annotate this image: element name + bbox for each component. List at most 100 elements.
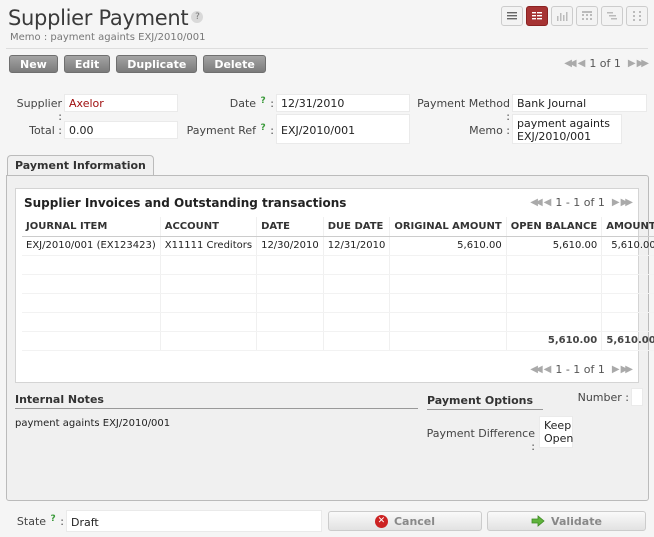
- column-header[interactable]: ACCOUNT: [159, 217, 257, 237]
- invoices-grid: Supplier Invoices and Outstanding transa…: [15, 188, 654, 383]
- form-view-button[interactable]: [526, 6, 548, 26]
- totals-row: 5,610.00 5,610.00: [22, 330, 654, 351]
- date-label: Date ? :: [196, 96, 274, 110]
- grid-last-icon[interactable]: ▶▶: [621, 197, 634, 208]
- calendar-view-button[interactable]: [576, 6, 598, 26]
- page-subtitle: Memo : payment againts EXJ/2010/001: [10, 32, 206, 43]
- grid-pager-count: 1 - 1 of 1: [555, 196, 605, 209]
- last-record-icon[interactable]: ▶▶: [637, 58, 650, 69]
- first-record-icon[interactable]: ◀◀: [564, 58, 577, 69]
- validate-arrow-icon: [531, 515, 545, 527]
- help-icon[interactable]: ?: [191, 11, 204, 23]
- next-record-icon[interactable]: ▶: [628, 58, 636, 69]
- grid-first-icon[interactable]: ◀◀: [530, 364, 543, 375]
- payment-options-heading: Payment Options: [427, 394, 543, 410]
- action-toolbar: New Edit Duplicate Delete: [9, 55, 266, 73]
- grid-previous-icon[interactable]: ◀: [544, 197, 552, 208]
- column-header[interactable]: ORIGINAL AMOUNT: [389, 217, 507, 237]
- date-help-icon[interactable]: ?: [261, 96, 266, 106]
- empty-row: [22, 274, 654, 294]
- tab-payment-information[interactable]: Payment Information: [7, 155, 154, 176]
- internal-notes-heading: Internal Notes: [15, 393, 418, 409]
- view-switcher: [501, 6, 648, 26]
- table-cell: EXJ/2010/001 (EX123423): [22, 236, 161, 256]
- grid-previous-icon[interactable]: ◀: [544, 364, 552, 375]
- state-bar: State ? : Draft ✕ Cancel Validate: [0, 508, 654, 537]
- payment-ref-label-colon: :: [270, 124, 274, 137]
- delete-button[interactable]: Delete: [203, 55, 266, 73]
- table-cell: 5,610.00: [505, 236, 602, 256]
- table-cell: 12/31/2010: [322, 236, 390, 256]
- list-view-icon: [507, 12, 517, 20]
- table-cell: 5,610.00: [601, 236, 654, 256]
- date-label-colon: :: [270, 97, 274, 110]
- table-cell: 12/30/2010: [256, 236, 324, 256]
- column-header[interactable]: DATE: [256, 217, 324, 237]
- gantt-view-button[interactable]: [601, 6, 623, 26]
- table-row[interactable]: EXJ/2010/001 (EX123423) X11111 Creditors…: [22, 236, 654, 256]
- memo-field[interactable]: payment againts EXJ/2010/001: [512, 114, 622, 144]
- empty-row: [22, 255, 654, 275]
- internal-notes-text[interactable]: payment againts EXJ/2010/001: [15, 418, 170, 429]
- form-view-icon: [532, 12, 542, 20]
- validate-button-label: Validate: [551, 514, 602, 528]
- table-header-row: JOURNAL ITEM ACCOUNT DATE DUE DATE ORIGI…: [22, 217, 654, 237]
- page-title-text: Supplier Payment: [8, 6, 189, 30]
- invoices-table: JOURNAL ITEM ACCOUNT DATE DUE DATE ORIGI…: [22, 217, 654, 351]
- previous-record-icon[interactable]: ◀: [578, 58, 586, 69]
- memo-label: Memo :: [469, 124, 510, 137]
- supplier-field[interactable]: Axelor: [64, 94, 178, 112]
- grid-first-icon[interactable]: ◀◀: [530, 197, 543, 208]
- table-cell: 5,610.00: [389, 236, 507, 256]
- total-label: Total :: [29, 124, 62, 137]
- header-divider: [6, 48, 648, 49]
- total-open-balance: 5,610.00: [505, 330, 602, 351]
- edit-button[interactable]: Edit: [63, 55, 111, 73]
- payment-information-panel: Supplier Invoices and Outstanding transa…: [6, 175, 654, 501]
- diagram-view-button[interactable]: [626, 6, 648, 26]
- payment-ref-help-icon[interactable]: ?: [261, 123, 266, 133]
- validate-button[interactable]: Validate: [487, 511, 646, 531]
- table-cell: X11111 Creditors: [159, 236, 257, 256]
- payment-ref-label-text: Payment Ref: [186, 124, 257, 137]
- payment-method-field[interactable]: Bank Journal: [512, 94, 647, 112]
- number-label: Number :: [577, 391, 629, 404]
- state-label: State ? :: [10, 514, 64, 528]
- empty-row: [22, 293, 654, 313]
- gantt-view-icon: [607, 12, 617, 20]
- grid-pager-top: ◀◀ ◀ 1 - 1 of 1 ▶ ▶▶: [530, 196, 634, 209]
- list-view-button[interactable]: [501, 6, 523, 26]
- payment-difference-field[interactable]: Keep Open: [539, 416, 573, 448]
- grid-next-icon[interactable]: ▶: [612, 197, 620, 208]
- supplier-label: Supplier :: [16, 97, 62, 123]
- number-field[interactable]: [631, 388, 643, 406]
- duplicate-button[interactable]: Duplicate: [116, 55, 198, 73]
- state-label-text: State: [16, 515, 47, 528]
- grid-next-icon[interactable]: ▶: [612, 364, 620, 375]
- new-button[interactable]: New: [9, 55, 58, 73]
- grid-pager-count: 1 - 1 of 1: [555, 363, 605, 376]
- cancel-icon: ✕: [374, 514, 388, 528]
- graph-view-button[interactable]: [551, 6, 573, 26]
- page-title: Supplier Payment?: [8, 6, 204, 30]
- state-field: Draft: [66, 510, 322, 532]
- date-field[interactable]: 12/31/2010: [276, 94, 410, 112]
- calendar-view-icon: [582, 11, 592, 20]
- diagram-view-icon: [633, 11, 641, 21]
- record-count: 1 of 1: [589, 57, 621, 70]
- column-header[interactable]: AMOUNT: [601, 217, 654, 237]
- payment-ref-label: Payment Ref ? :: [176, 123, 274, 137]
- grid-last-icon[interactable]: ▶▶: [621, 364, 634, 375]
- grid-title: Supplier Invoices and Outstanding transa…: [24, 196, 347, 210]
- grid-pager-bottom: ◀◀ ◀ 1 - 1 of 1 ▶ ▶▶: [530, 363, 634, 376]
- column-header[interactable]: JOURNAL ITEM: [22, 217, 161, 237]
- total-amount: 5,610.00: [601, 330, 654, 351]
- payment-method-label: Payment Method :: [417, 97, 510, 123]
- state-help-icon[interactable]: ?: [51, 514, 56, 524]
- column-header[interactable]: OPEN BALANCE: [505, 217, 602, 237]
- cancel-button[interactable]: ✕ Cancel: [328, 511, 482, 531]
- column-header[interactable]: DUE DATE: [322, 217, 390, 237]
- total-field[interactable]: 0.00: [64, 121, 178, 139]
- payment-difference-label: Payment Difference :: [426, 427, 535, 453]
- payment-ref-field[interactable]: EXJ/2010/001: [276, 114, 410, 144]
